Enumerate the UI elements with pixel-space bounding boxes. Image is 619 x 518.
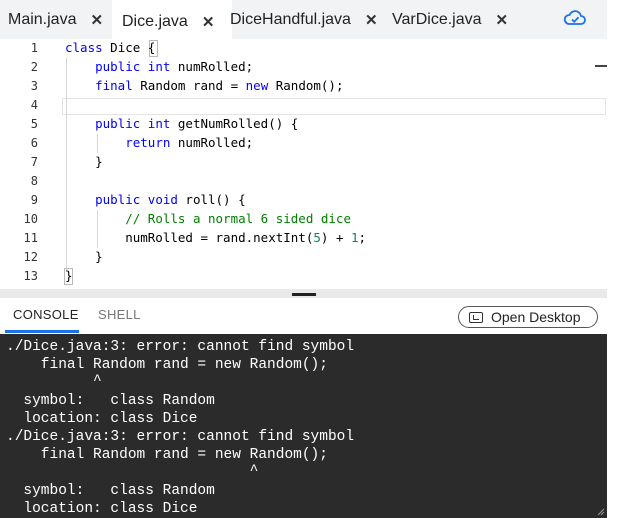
console-line: final Random rand = new Random(); — [6, 357, 328, 373]
resize-grip-icon[interactable] — [292, 293, 316, 296]
console-line: location: class Dice — [6, 411, 198, 427]
panel-resize-divider[interactable] — [0, 289, 607, 298]
close-icon[interactable]: ✕ — [496, 11, 509, 29]
close-icon[interactable]: ✕ — [202, 13, 215, 31]
console-line: symbol: class Random — [6, 393, 215, 409]
code-line: public int numRolled; — [95, 59, 254, 74]
console-line: symbol: class Random — [6, 483, 215, 499]
tab-main-java[interactable]: Main.java ✕ — [0, 0, 118, 39]
line-number: 13 — [23, 269, 38, 283]
console-line: location: class Dice — [6, 501, 198, 517]
code-line: public void roll() { — [95, 192, 246, 207]
tab-label: Main.java — [8, 10, 77, 28]
line-number: 7 — [30, 155, 38, 169]
line-number: 11 — [23, 231, 38, 245]
console-output[interactable]: ./Dice.java:3: error: cannot find symbol… — [0, 334, 607, 518]
console-line: ./Dice.java:3: error: cannot find symbol — [6, 429, 355, 445]
code-line: } — [65, 154, 103, 169]
code-line: class Dice { — [65, 40, 156, 55]
tab-vardice-java[interactable]: VarDice.java ✕ — [392, 0, 512, 39]
line-number: 3 — [30, 79, 38, 93]
code-line: } — [65, 249, 103, 264]
tab-label: Dice.java — [122, 12, 188, 30]
line-number: 9 — [30, 193, 38, 207]
resize-handle-icon[interactable] — [597, 508, 605, 516]
editor-tab-bar: Main.java ✕ Dice.java ✕ DiceHandful.java… — [0, 0, 607, 41]
console-line: ./Dice.java:3: error: cannot find symbol — [6, 339, 355, 355]
tab-shell[interactable]: SHELL — [98, 307, 141, 322]
active-tab-underline — [5, 330, 79, 333]
open-desktop-label: Open Desktop — [491, 309, 581, 325]
code-line: public int getNumRolled() { — [95, 116, 299, 131]
tab-console[interactable]: CONSOLE — [13, 307, 79, 322]
page-right-margin — [607, 0, 619, 518]
cloud-sync-icon[interactable] — [563, 8, 587, 28]
code-editor[interactable]: 1 2 3 4 5 6 7 8 9 10 11 12 13 class Dice… — [0, 39, 607, 289]
line-number: 4 — [30, 98, 38, 112]
code-line: } — [65, 268, 73, 283]
open-desktop-button[interactable]: Open Desktop — [458, 306, 598, 328]
line-number: 12 — [23, 250, 38, 264]
current-line-highlight — [62, 98, 606, 115]
code-line: // Rolls a normal 6 sided dice — [125, 211, 351, 226]
code-line: final Random rand = new Random(); — [95, 78, 344, 93]
tab-label: DiceHandful.java — [230, 10, 351, 28]
line-number: 6 — [30, 136, 38, 150]
console-line: ^ — [6, 463, 259, 479]
code-line: return numRolled; — [125, 135, 254, 150]
close-icon[interactable]: ✕ — [90, 11, 103, 29]
line-number: 8 — [30, 174, 38, 188]
desktop-icon — [469, 311, 483, 323]
close-icon[interactable]: ✕ — [365, 11, 378, 29]
line-number: 10 — [23, 212, 38, 226]
console-line: final Random rand = new Random(); — [6, 447, 328, 463]
line-number: 2 — [30, 60, 38, 74]
line-number: 1 — [30, 41, 38, 55]
tab-dicehandful-java[interactable]: DiceHandful.java ✕ — [230, 0, 380, 39]
scroll-indicator — [595, 65, 607, 67]
console-line: ^ — [6, 373, 102, 389]
line-number: 5 — [30, 117, 38, 131]
tab-label: VarDice.java — [392, 10, 482, 28]
code-line: numRolled = rand.nextInt(5) + 1; — [65, 230, 367, 245]
tab-dice-java[interactable]: Dice.java ✕ — [112, 0, 232, 41]
